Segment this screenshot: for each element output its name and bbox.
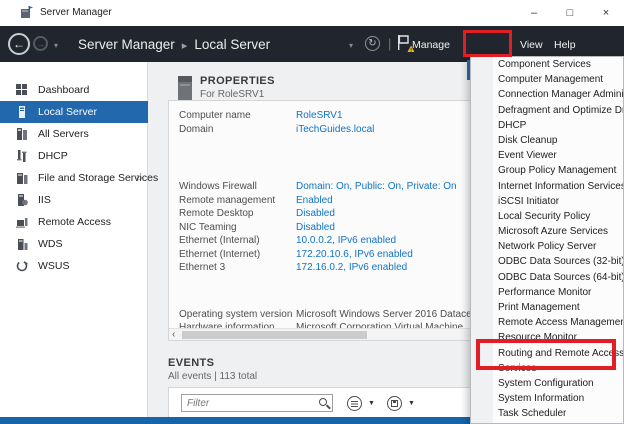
events-filter-input[interactable] <box>181 394 333 412</box>
breadcrumb-separator-icon: ▸ <box>182 40 188 52</box>
back-arrow-icon: ← <box>13 37 25 51</box>
refresh-icon: ↻ <box>368 38 376 49</box>
wsus-icon <box>16 260 29 273</box>
property-link[interactable]: Domain: On, Public: On, Private: On <box>296 180 457 194</box>
breadcrumb: Server Manager ▸ Local Server <box>78 37 270 52</box>
property-link[interactable]: iTechGuides.local <box>296 123 374 137</box>
property-link[interactable]: Enabled <box>296 194 333 208</box>
sidebar-item-dhcp[interactable]: DHCP <box>0 145 148 167</box>
menu-item-event-viewer[interactable]: Event Viewer <box>471 148 623 163</box>
save-icon <box>391 400 398 407</box>
menu-item-iscsi-initiator[interactable]: iSCSI Initiator <box>471 194 623 209</box>
forward-button[interactable]: → <box>33 36 48 51</box>
menu-item-connection-manager-admin-kit[interactable]: Connection Manager Administration Kit <box>471 87 623 102</box>
sidebar-item-wds[interactable]: WDS <box>0 233 148 255</box>
property-link[interactable]: Disabled <box>296 221 335 235</box>
breadcrumb-root[interactable]: Server Manager <box>78 37 175 52</box>
properties-title: PROPERTIES <box>200 75 275 87</box>
dhcp-icon <box>16 150 29 163</box>
wds-icon <box>16 238 29 251</box>
dashboard-icon <box>16 84 29 97</box>
all-servers-icon <box>16 128 29 141</box>
menu-item-odbc-32[interactable]: ODBC Data Sources (32-bit) <box>471 254 623 269</box>
list-view-button[interactable] <box>347 396 362 411</box>
back-button[interactable]: ← <box>8 33 30 55</box>
menu-item-local-security-policy[interactable]: Local Security Policy <box>471 209 623 224</box>
sidebar: Dashboard Local Server All Servers DHCP … <box>0 62 148 424</box>
close-button[interactable]: × <box>588 0 624 26</box>
events-subtitle: All events | 113 total <box>168 371 257 382</box>
window-controls: – □ × <box>516 0 624 26</box>
refresh-button[interactable]: ↻ <box>365 36 380 51</box>
menu-item-computer-management[interactable]: Computer Management <box>471 72 623 87</box>
properties-server-icon <box>176 74 194 101</box>
manage-menu[interactable]: Manage <box>412 39 450 51</box>
sidebar-item-iis[interactable]: IIS <box>0 189 148 211</box>
window-title: Server Manager <box>40 7 112 18</box>
sidebar-item-wsus[interactable]: WSUS <box>0 255 148 277</box>
help-menu[interactable]: Help <box>554 39 576 51</box>
flag-icon <box>398 35 408 50</box>
menu-item-remote-access-management[interactable]: Remote Access Management <box>471 315 623 330</box>
search-icon[interactable] <box>319 398 327 406</box>
menu-item-task-scheduler[interactable]: Task Scheduler <box>471 406 623 421</box>
menu-item-print-management[interactable]: Print Management <box>471 300 623 315</box>
maximize-button[interactable]: □ <box>552 0 588 26</box>
sidebar-item-dashboard[interactable]: Dashboard <box>0 79 148 101</box>
properties-subtitle: For RoleSRV1 <box>200 89 264 100</box>
property-link[interactable]: 172.16.0.2, IPv6 enabled <box>296 261 407 275</box>
file-storage-icon <box>16 172 29 185</box>
menu-item-microsoft-azure-services[interactable]: Microsoft Azure Services <box>471 224 623 239</box>
view-menu[interactable]: View <box>520 39 543 51</box>
save-query-button[interactable] <box>387 396 402 411</box>
server-manager-window: Server Manager – □ × ← → ▾ Server Manage… <box>0 0 624 424</box>
events-title: EVENTS <box>168 357 214 369</box>
menu-item-component-services[interactable]: Component Services <box>471 57 623 72</box>
expand-chevron-icon[interactable]: ▷ <box>137 167 143 189</box>
property-link[interactable]: 10.0.0.2, IPv6 enabled <box>296 234 396 248</box>
menu-item-dhcp[interactable]: DHCP <box>471 118 623 133</box>
property-link[interactable]: RoleSRV1 <box>296 109 343 123</box>
property-link[interactable]: 172.20.10.6, IPv6 enabled <box>296 248 413 262</box>
menu-item-system-information[interactable]: System Information <box>471 391 623 406</box>
sidebar-item-remote-access[interactable]: Remote Access <box>0 211 148 233</box>
menu-item-odbc-64[interactable]: ODBC Data Sources (64-bit) <box>471 270 623 285</box>
menu-item-disk-cleanup[interactable]: Disk Cleanup <box>471 133 623 148</box>
iis-icon <box>16 194 29 207</box>
history-dropdown-icon[interactable]: ▾ <box>54 41 58 50</box>
menu-item-iis-manager[interactable]: Internet Information Services (IIS) Mana… <box>471 179 623 194</box>
annotation-box-tools <box>463 30 512 57</box>
scrollbar-thumb[interactable] <box>182 331 367 339</box>
list-view-dropdown-icon[interactable]: ▼ <box>368 400 375 407</box>
sidebar-item-all-servers[interactable]: All Servers <box>0 123 148 145</box>
sidebar-item-file-storage-services[interactable]: File and Storage Services ▷ <box>0 167 148 189</box>
menu-item-defragment-optimize-drives[interactable]: Defragment and Optimize Drives <box>471 103 623 118</box>
save-query-dropdown-icon[interactable]: ▼ <box>408 400 415 407</box>
minimize-button[interactable]: – <box>516 0 552 26</box>
sidebar-item-local-server[interactable]: Local Server <box>0 101 148 123</box>
menu-item-network-policy-server[interactable]: Network Policy Server <box>471 239 623 254</box>
forward-arrow-icon: → <box>36 39 45 49</box>
breadcrumb-current[interactable]: Local Server <box>194 37 270 52</box>
list-view-icon <box>351 401 358 402</box>
property-link[interactable]: Disabled <box>296 207 335 221</box>
scope-dropdown-icon[interactable]: ▾ <box>349 41 353 50</box>
scroll-left-icon[interactable]: ‹ <box>172 329 175 340</box>
toolbar-divider: | <box>388 36 391 51</box>
local-server-icon <box>16 106 29 119</box>
menu-item-group-policy-management[interactable]: Group Policy Management <box>471 163 623 178</box>
menu-item-system-configuration[interactable]: System Configuration <box>471 376 623 391</box>
remote-access-icon <box>16 216 29 229</box>
annotation-box-routing-remote-access <box>476 339 616 370</box>
title-bar: Server Manager – □ × <box>0 0 624 26</box>
server-manager-logo-icon <box>20 6 33 19</box>
menu-item-performance-monitor[interactable]: Performance Monitor <box>471 285 623 300</box>
